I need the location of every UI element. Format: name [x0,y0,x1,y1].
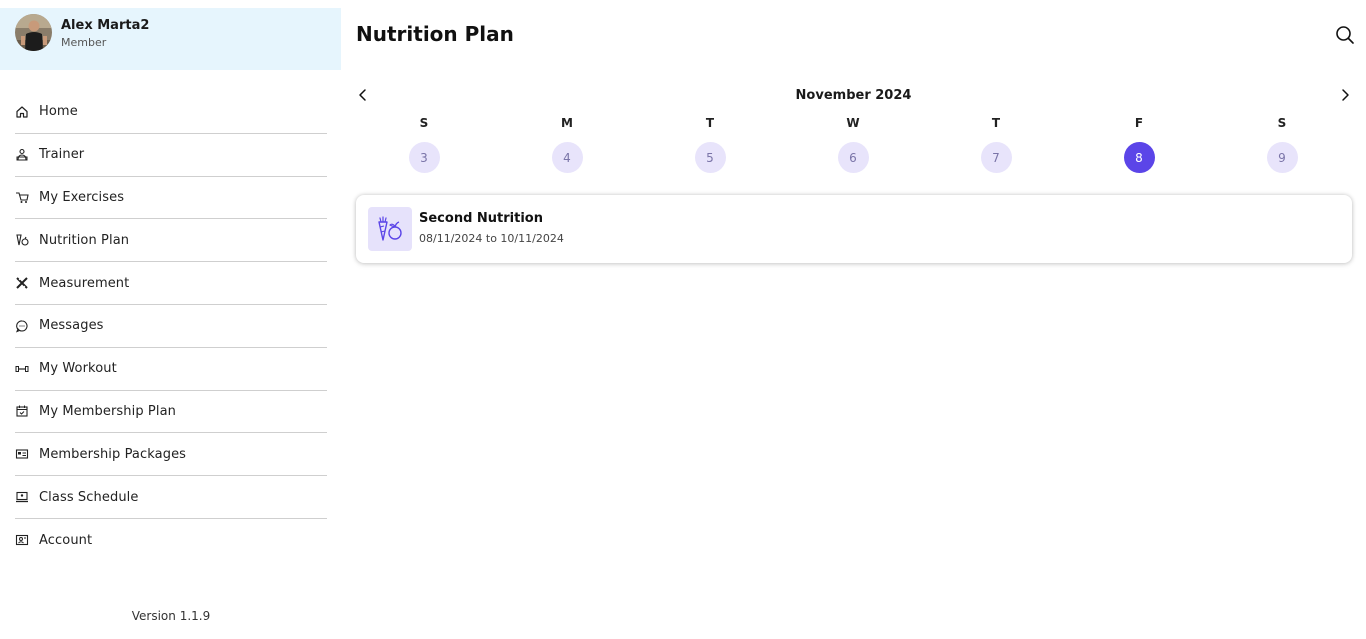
account-icon [15,533,29,547]
sidebar-item-label: My Workout [39,361,117,377]
sidebar-item-nutrition-plan[interactable]: Nutrition Plan [15,219,327,263]
home-icon [15,105,29,119]
sidebar-nav: Home Trainer My Exercises Nutrition Plan [15,91,327,562]
vegetables-icon [368,207,412,251]
day-number[interactable]: 6 [837,142,869,173]
calendar-day-monday: M 4 [537,116,597,173]
sidebar-item-messages[interactable]: Messages [15,305,327,348]
calendar-day-thursday: T 7 [966,116,1026,173]
day-letter: S [419,116,429,130]
nutrition-plan-card[interactable]: Second Nutrition 08/11/2024 to 10/11/202… [356,195,1352,263]
calendar-day-friday: F 8 [1109,116,1169,173]
day-number[interactable]: 9 [1266,142,1298,173]
sidebar-item-membership-packages[interactable]: Membership Packages [15,433,327,477]
day-number-selected[interactable]: 8 [1123,142,1155,173]
plan-name: Second Nutrition [419,211,543,226]
dumbbell-icon [15,362,29,376]
day-letter: S [1277,116,1287,130]
calendar-day-tuesday: T 5 [680,116,740,173]
sidebar-item-label: Membership Packages [39,446,187,462]
sidebar-item-my-workout[interactable]: My Workout [15,348,327,391]
messages-icon [15,319,29,333]
day-letter: T [991,116,1001,130]
sidebar-item-label: Trainer [39,147,85,163]
day-number[interactable]: 3 [408,142,440,173]
app-version: Version 1.1.9 [131,609,211,623]
day-letter: W [846,116,860,130]
page-title: Nutrition Plan [356,22,514,46]
sidebar-item-trainer[interactable]: Trainer [15,134,327,177]
day-letter: T [705,116,715,130]
search-icon[interactable] [1335,25,1355,45]
sidebar-item-class-schedule[interactable]: Class Schedule [15,476,327,519]
sidebar-item-label: Messages [39,318,104,334]
screen-icon [15,490,29,504]
exercises-icon [15,190,29,204]
sidebar-item-label: My Exercises [39,189,125,205]
calendar-check-icon [15,404,29,418]
day-number[interactable]: 7 [980,142,1012,173]
measurement-icon [15,276,29,290]
sidebar-item-label: Home [39,104,78,120]
trainer-icon [15,148,29,162]
sidebar-item-label: Nutrition Plan [39,232,130,248]
sidebar-item-my-exercises[interactable]: My Exercises [15,177,327,220]
chevron-right-icon[interactable] [1337,87,1353,103]
day-number[interactable]: 5 [694,142,726,173]
sidebar-item-my-membership-plan[interactable]: My Membership Plan [15,391,327,434]
profile-header[interactable]: Alex Marta2 Member [0,8,341,70]
calendar-day-wednesday: W 6 [823,116,883,173]
sidebar-item-label: Measurement [39,275,130,291]
day-letter: M [561,116,573,130]
profile-role: Member [61,36,107,49]
sidebar-item-label: Class Schedule [39,489,139,505]
nutrition-icon [15,233,29,247]
day-letter: F [1134,116,1144,130]
sidebar: Alex Marta2 Member Home Trainer My Exerc… [0,0,342,639]
sidebar-item-label: My Membership Plan [39,403,176,419]
calendar-day-sunday: S 3 [394,116,454,173]
main-content: Nutrition Plan November 2024 S 3 M 4 T 5… [341,0,1366,639]
calendar-month: November 2024 [795,88,912,103]
profile-name: Alex Marta2 [61,18,150,33]
calendar-day-saturday: S 9 [1252,116,1312,173]
card-icon [15,447,29,461]
app-root: Alex Marta2 Member Home Trainer My Exerc… [0,0,1366,639]
sidebar-item-measurement[interactable]: Measurement [15,262,327,305]
day-number[interactable]: 4 [551,142,583,173]
avatar [15,14,52,51]
sidebar-item-account[interactable]: Account [15,519,327,562]
plan-dates: 08/11/2024 to 10/11/2024 [419,232,564,245]
sidebar-item-label: Account [39,532,93,548]
sidebar-item-home[interactable]: Home [15,91,327,134]
